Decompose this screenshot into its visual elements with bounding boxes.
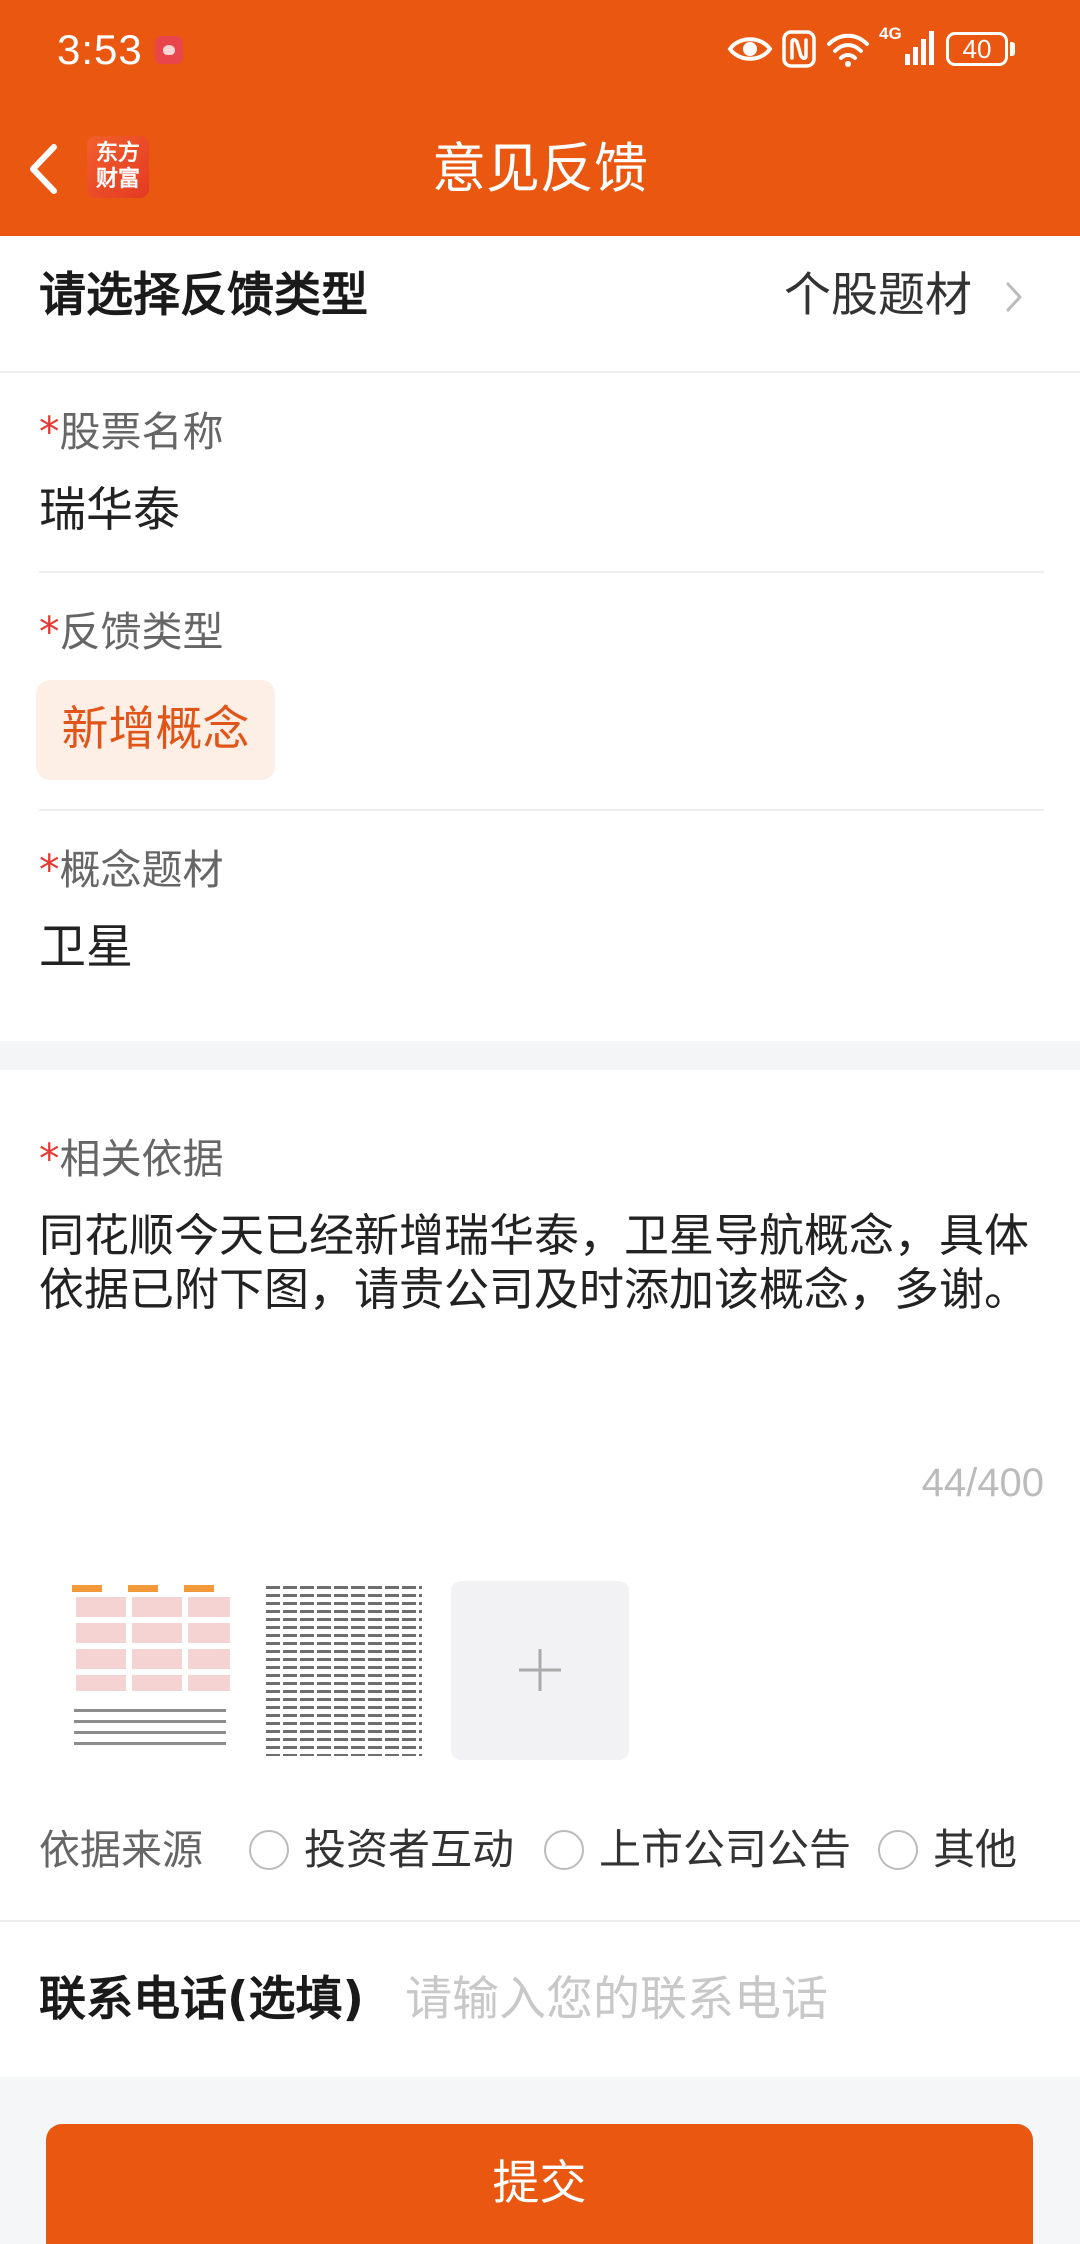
page-title: 意见反馈 xyxy=(432,137,648,200)
feedback-category-value[interactable]: 个股题材 xyxy=(784,264,972,328)
nfc-icon xyxy=(782,30,816,68)
option-label: 投资者互动 xyxy=(304,1825,515,1874)
evidence-label-text: 相关依据 xyxy=(59,1135,224,1183)
evidence-source-option-other[interactable]: 其他 xyxy=(878,1822,1017,1878)
required-mark: * xyxy=(39,408,60,456)
stock-name-label-text: 股票名称 xyxy=(59,408,224,456)
concept-topic-label: *概念题材 xyxy=(39,842,224,898)
radio-button[interactable] xyxy=(878,1830,918,1870)
evidence-source-option-investor-interaction[interactable]: 投资者互动 xyxy=(249,1822,514,1878)
battery-icon: 40 xyxy=(946,32,1008,66)
section-separator xyxy=(0,1041,1080,1070)
divider xyxy=(39,571,1044,573)
option-label: 其他 xyxy=(933,1825,1018,1874)
chevron-right-icon[interactable] xyxy=(1003,280,1025,314)
status-time: 3:53 xyxy=(57,26,143,73)
evidence-attachment-thumbnail[interactable] xyxy=(64,1581,236,1760)
stock-name-field[interactable]: 瑞华泰 xyxy=(39,479,180,543)
required-mark: * xyxy=(39,1135,60,1183)
wifi-icon xyxy=(827,33,869,67)
option-label: 上市公司公告 xyxy=(599,1825,852,1874)
concept-topic-field[interactable]: 卫星 xyxy=(39,916,133,980)
app-notification-icon xyxy=(155,36,183,64)
required-mark: * xyxy=(39,608,60,656)
battery-terminal xyxy=(1010,42,1015,56)
plus-icon xyxy=(519,1649,561,1691)
evidence-source-option-company-announcement[interactable]: 上市公司公告 xyxy=(544,1822,851,1878)
submit-button[interactable]: 提交 xyxy=(46,2124,1033,2244)
divider xyxy=(0,371,1080,373)
divider xyxy=(0,1920,1080,1922)
feedback-type-label: *反馈类型 xyxy=(39,604,224,660)
character-counter: 44/400 xyxy=(921,1461,1044,1505)
feedback-type-tag-selected[interactable]: 新增概念 xyxy=(36,680,275,780)
feedback-type-label-text: 反馈类型 xyxy=(59,608,224,656)
contact-phone-input[interactable] xyxy=(405,1968,1045,2032)
feedback-category-label: 请选择反馈类型 xyxy=(39,268,368,323)
evidence-attachment-thumbnail[interactable] xyxy=(258,1581,430,1760)
evidence-source-label: 依据来源 xyxy=(39,1826,203,1874)
network-type-label: 4G xyxy=(879,24,902,43)
divider xyxy=(39,809,1044,811)
evidence-textarea[interactable]: 同花顺今天已经新增瑞华泰，卫星导航概念，具体依据已附下图，请贵公司及时添加该概念… xyxy=(39,1209,1049,1429)
required-mark: * xyxy=(39,846,60,894)
eye-icon xyxy=(727,37,773,61)
contact-phone-label: 联系电话(选填) xyxy=(39,1972,364,2027)
concept-topic-label-text: 概念题材 xyxy=(59,846,224,894)
add-image-button[interactable] xyxy=(451,1581,629,1760)
cellular-signal-icon xyxy=(905,31,934,65)
evidence-label: *相关依据 xyxy=(39,1131,224,1187)
radio-button[interactable] xyxy=(544,1830,584,1870)
radio-button[interactable] xyxy=(249,1830,289,1870)
stock-name-label: *股票名称 xyxy=(39,404,224,460)
